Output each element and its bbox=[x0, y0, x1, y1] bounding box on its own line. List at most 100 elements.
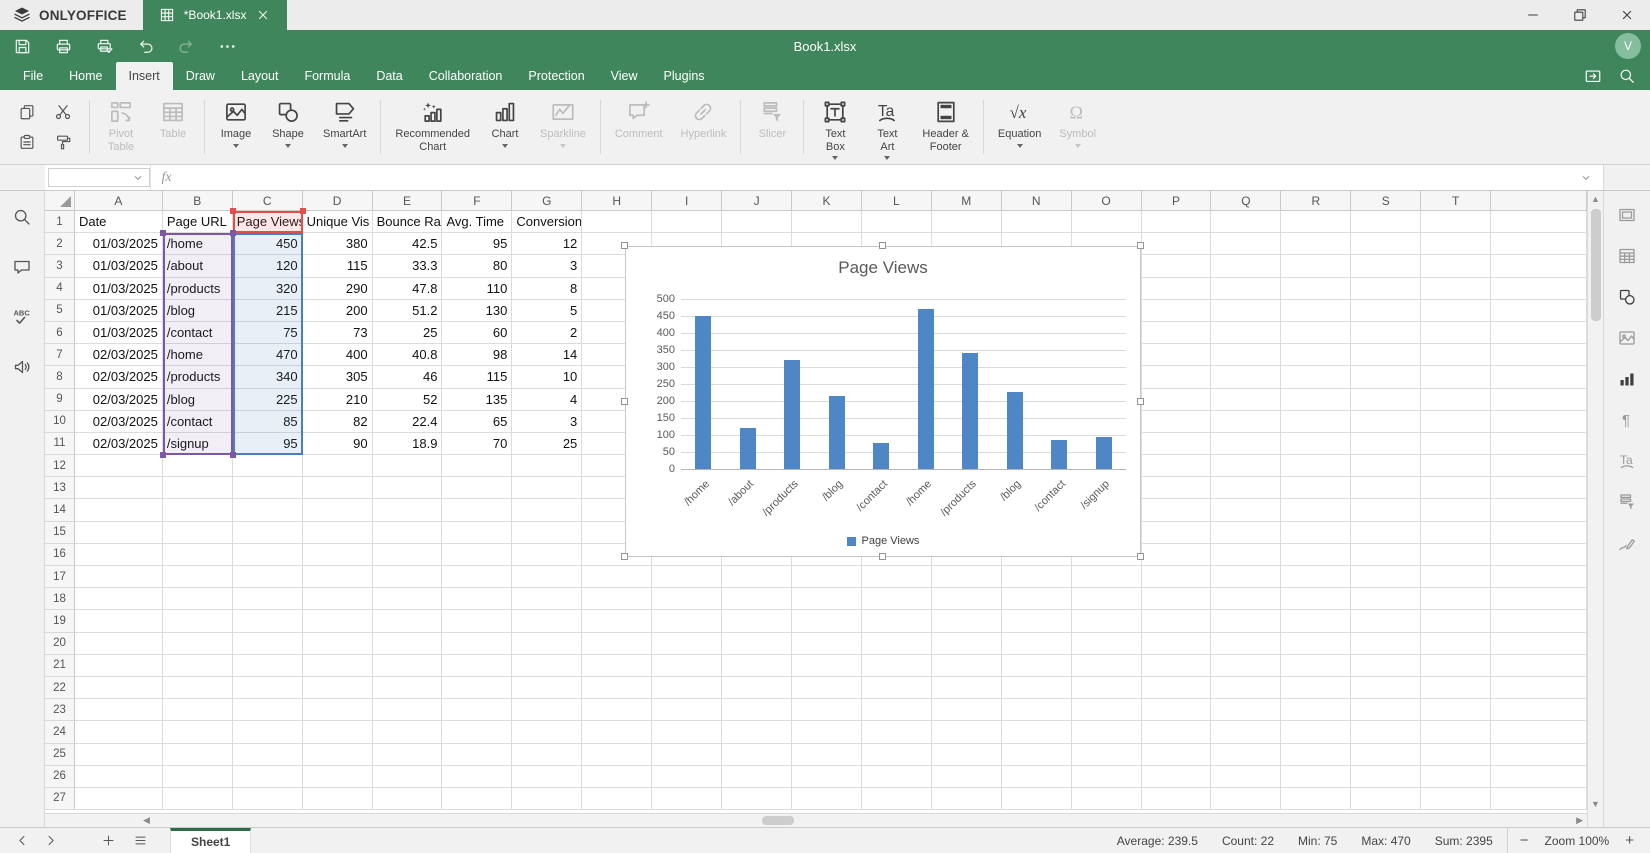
cell[interactable] bbox=[373, 699, 443, 721]
chart-selection-handle[interactable] bbox=[1137, 553, 1144, 560]
tab-protection[interactable]: Protection bbox=[515, 62, 597, 90]
tab-layout[interactable]: Layout bbox=[228, 62, 292, 90]
cell[interactable] bbox=[1142, 677, 1212, 699]
undo-icon[interactable] bbox=[136, 37, 155, 56]
cell[interactable] bbox=[1142, 544, 1212, 566]
cell[interactable] bbox=[442, 499, 512, 521]
column-header-L[interactable]: L bbox=[862, 191, 932, 211]
cell[interactable]: 65 bbox=[442, 411, 512, 433]
column-header-J[interactable]: J bbox=[722, 191, 792, 211]
cell[interactable] bbox=[582, 633, 652, 655]
cell[interactable] bbox=[75, 721, 163, 743]
cell[interactable] bbox=[1491, 322, 1587, 344]
text-art-caret-icon[interactable] bbox=[884, 156, 890, 160]
cell[interactable] bbox=[1281, 477, 1351, 499]
cell[interactable] bbox=[1281, 588, 1351, 610]
cell[interactable] bbox=[1281, 699, 1351, 721]
cell[interactable] bbox=[792, 633, 862, 655]
cell[interactable] bbox=[442, 766, 512, 788]
cell[interactable] bbox=[1351, 477, 1421, 499]
chart-selection-handle[interactable] bbox=[621, 553, 628, 560]
cell[interactable] bbox=[652, 211, 722, 233]
chart-selection-handle[interactable] bbox=[1137, 242, 1144, 249]
cell[interactable] bbox=[1351, 366, 1421, 388]
cell[interactable] bbox=[75, 477, 163, 499]
cell[interactable]: 3 bbox=[512, 255, 582, 277]
feedback-icon[interactable] bbox=[12, 357, 32, 382]
cell[interactable] bbox=[582, 788, 652, 810]
cell[interactable] bbox=[1142, 344, 1212, 366]
cell[interactable]: Page URL bbox=[163, 211, 233, 233]
column-header-B[interactable]: B bbox=[163, 191, 233, 211]
row-header-13[interactable]: 13 bbox=[45, 477, 75, 499]
cell[interactable] bbox=[1421, 389, 1491, 411]
cell[interactable]: 340 bbox=[233, 366, 303, 388]
cell[interactable]: 75 bbox=[233, 322, 303, 344]
cell[interactable] bbox=[1491, 588, 1587, 610]
tab-close-icon[interactable] bbox=[255, 7, 271, 23]
cell[interactable] bbox=[163, 477, 233, 499]
image-button[interactable]: Image bbox=[210, 92, 262, 162]
horizontal-scroll-thumb[interactable] bbox=[762, 816, 794, 825]
cell[interactable] bbox=[1211, 411, 1281, 433]
cell[interactable] bbox=[1002, 721, 1072, 743]
cell[interactable] bbox=[652, 588, 722, 610]
cell[interactable] bbox=[1142, 233, 1212, 255]
cell[interactable] bbox=[722, 721, 792, 743]
cell[interactable] bbox=[1421, 744, 1491, 766]
spellcheck-icon[interactable]: ABC bbox=[12, 307, 32, 332]
cell[interactable] bbox=[1281, 544, 1351, 566]
row-header-12[interactable]: 12 bbox=[45, 455, 75, 477]
cell[interactable] bbox=[862, 610, 932, 632]
cell[interactable] bbox=[1142, 300, 1212, 322]
cell[interactable] bbox=[1211, 300, 1281, 322]
cell[interactable] bbox=[1491, 766, 1587, 788]
cell[interactable] bbox=[722, 566, 792, 588]
cell[interactable] bbox=[1281, 433, 1351, 455]
cell[interactable] bbox=[163, 633, 233, 655]
cell[interactable]: 01/03/2025 bbox=[75, 300, 163, 322]
cell[interactable] bbox=[1421, 278, 1491, 300]
chart-bar[interactable] bbox=[1051, 440, 1067, 469]
cell[interactable] bbox=[932, 766, 1002, 788]
cell[interactable] bbox=[75, 522, 163, 544]
cell[interactable] bbox=[722, 211, 792, 233]
cell[interactable] bbox=[932, 566, 1002, 588]
cell[interactable]: 02/03/2025 bbox=[75, 433, 163, 455]
column-header-R[interactable]: R bbox=[1281, 191, 1351, 211]
cell[interactable] bbox=[233, 477, 303, 499]
cell[interactable] bbox=[1072, 588, 1142, 610]
cell[interactable] bbox=[792, 677, 862, 699]
cell[interactable] bbox=[163, 522, 233, 544]
cell[interactable] bbox=[862, 633, 932, 655]
cell[interactable] bbox=[1491, 633, 1587, 655]
cell[interactable] bbox=[1002, 588, 1072, 610]
cell[interactable] bbox=[1351, 322, 1421, 344]
column-header-F[interactable]: F bbox=[442, 191, 512, 211]
cell[interactable] bbox=[1142, 211, 1212, 233]
cell[interactable] bbox=[1211, 344, 1281, 366]
next-sheet-icon[interactable] bbox=[38, 833, 62, 848]
cell[interactable] bbox=[652, 677, 722, 699]
cell[interactable]: 10 bbox=[512, 366, 582, 388]
cut-button[interactable] bbox=[50, 99, 76, 125]
cell[interactable] bbox=[1281, 744, 1351, 766]
more-icon[interactable] bbox=[218, 37, 237, 56]
cell[interactable]: 25 bbox=[512, 433, 582, 455]
cell[interactable] bbox=[1211, 433, 1281, 455]
cell[interactable] bbox=[1281, 411, 1351, 433]
column-header-T[interactable]: T bbox=[1421, 191, 1491, 211]
cell[interactable] bbox=[1421, 610, 1491, 632]
cell[interactable] bbox=[1421, 477, 1491, 499]
cell[interactable] bbox=[722, 677, 792, 699]
cell[interactable] bbox=[722, 699, 792, 721]
tab-draw[interactable]: Draw bbox=[173, 62, 228, 90]
column-header-I[interactable]: I bbox=[652, 191, 722, 211]
cell[interactable] bbox=[1421, 699, 1491, 721]
column-header-N[interactable]: N bbox=[1002, 191, 1072, 211]
cell[interactable] bbox=[303, 633, 373, 655]
cell[interactable]: Bounce Ra bbox=[373, 211, 443, 233]
cell[interactable] bbox=[75, 788, 163, 810]
cell[interactable] bbox=[1351, 522, 1421, 544]
cell[interactable] bbox=[75, 699, 163, 721]
